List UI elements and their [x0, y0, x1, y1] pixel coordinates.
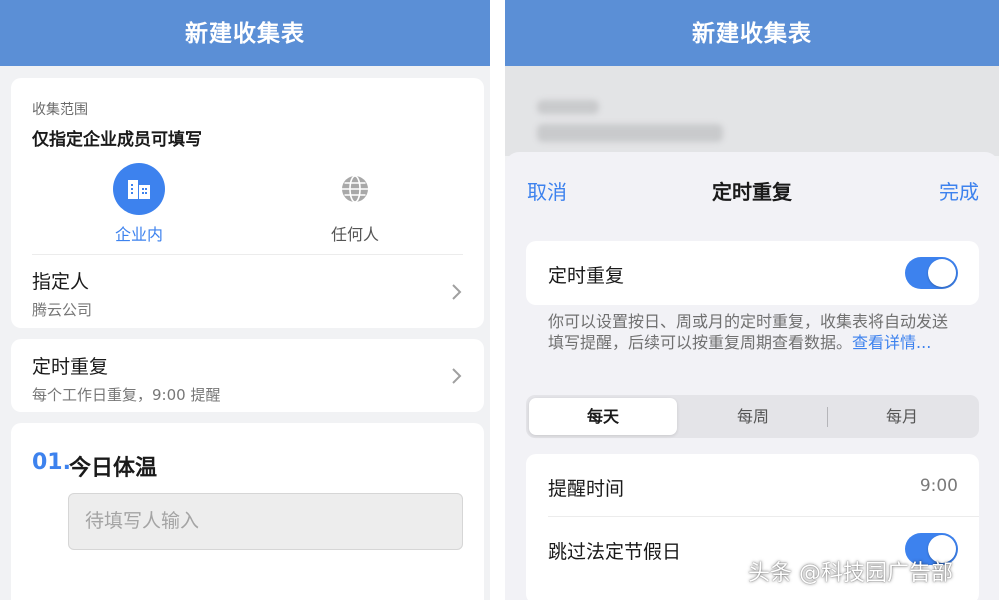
watermark-text: 头条 @科技园广告部 — [748, 561, 953, 586]
pane-separator — [490, 0, 505, 600]
repeat-toggle-row: 定时重复 — [526, 241, 979, 305]
question-title: 今日体温 — [69, 456, 158, 481]
left-screen: 新建收集表 收集范围 仅指定企业成员可填写 企业内 任何人 指定人 腾云公司 定… — [0, 0, 490, 600]
left-header-title: 新建收集表 — [0, 0, 490, 66]
frequency-segmented-control: 每天 每周 每月 — [526, 395, 979, 438]
scope-option-anyone-label: 任何人 — [330, 225, 379, 244]
assignee-title: 指定人 — [32, 271, 90, 293]
assignee-value: 腾云公司 — [32, 301, 93, 319]
repeat-description: 你可以设置按日、周或月的定时重复，收集表将自动发送填写提醒，后续可以按重复周期查… — [548, 311, 963, 353]
chevron-right-icon — [452, 368, 462, 384]
repeat-toggle-switch[interactable] — [905, 257, 958, 289]
globe-icon — [329, 163, 381, 215]
scope-option-anyone[interactable]: 任何人 — [295, 163, 415, 245]
right-screen: 新建收集表 定时重复 取消 完成 定时重复 你可以设置按日、周或月的定时重复，收… — [505, 0, 999, 600]
settings-divider — [548, 516, 979, 517]
cancel-button[interactable]: 取消 — [527, 176, 567, 205]
scope-label: 收集范围 — [32, 102, 88, 118]
remind-time-value: 9:00 — [919, 476, 958, 496]
timed-repeat-title: 定时重复 — [32, 356, 109, 378]
scope-value: 仅指定企业成员可填写 — [32, 130, 202, 150]
question-card: 01. 今日体温 待填写人输入 — [11, 423, 484, 600]
skip-holiday-label: 跳过法定节假日 — [548, 541, 682, 563]
repeat-toggle-label: 定时重复 — [548, 265, 625, 287]
right-header-title: 新建收集表 — [505, 0, 999, 66]
timed-repeat-row[interactable]: 定时重复 每个工作日重复，9:00 提醒 — [11, 339, 484, 412]
building-icon — [113, 163, 165, 215]
scope-option-enterprise-label: 企业内 — [114, 225, 163, 244]
chevron-right-icon — [452, 284, 462, 300]
scope-divider — [32, 254, 463, 255]
timed-repeat-summary: 每个工作日重复，9:00 提醒 — [32, 386, 221, 404]
toggle-knob — [928, 259, 956, 287]
scope-option-enterprise[interactable]: 企业内 — [79, 163, 199, 245]
view-details-link[interactable]: 查看详情... — [852, 333, 931, 352]
segment-daily[interactable]: 每天 — [529, 398, 677, 435]
segment-monthly[interactable]: 每月 — [828, 398, 976, 435]
blurred-background — [505, 66, 999, 156]
repeat-settings-sheet: 定时重复 取消 完成 定时重复 你可以设置按日、周或月的定时重复，收集表将自动发… — [505, 152, 999, 600]
remind-time-label: 提醒时间 — [548, 478, 625, 500]
answer-input[interactable]: 待填写人输入 — [68, 493, 463, 550]
sheet-title: 定时重复 — [712, 180, 792, 204]
done-button[interactable]: 完成 — [939, 176, 979, 205]
segment-weekly[interactable]: 每周 — [679, 398, 827, 435]
question-number: 01. — [32, 450, 71, 475]
collection-scope-card: 收集范围 仅指定企业成员可填写 企业内 任何人 指定人 腾云公司 — [11, 78, 484, 328]
